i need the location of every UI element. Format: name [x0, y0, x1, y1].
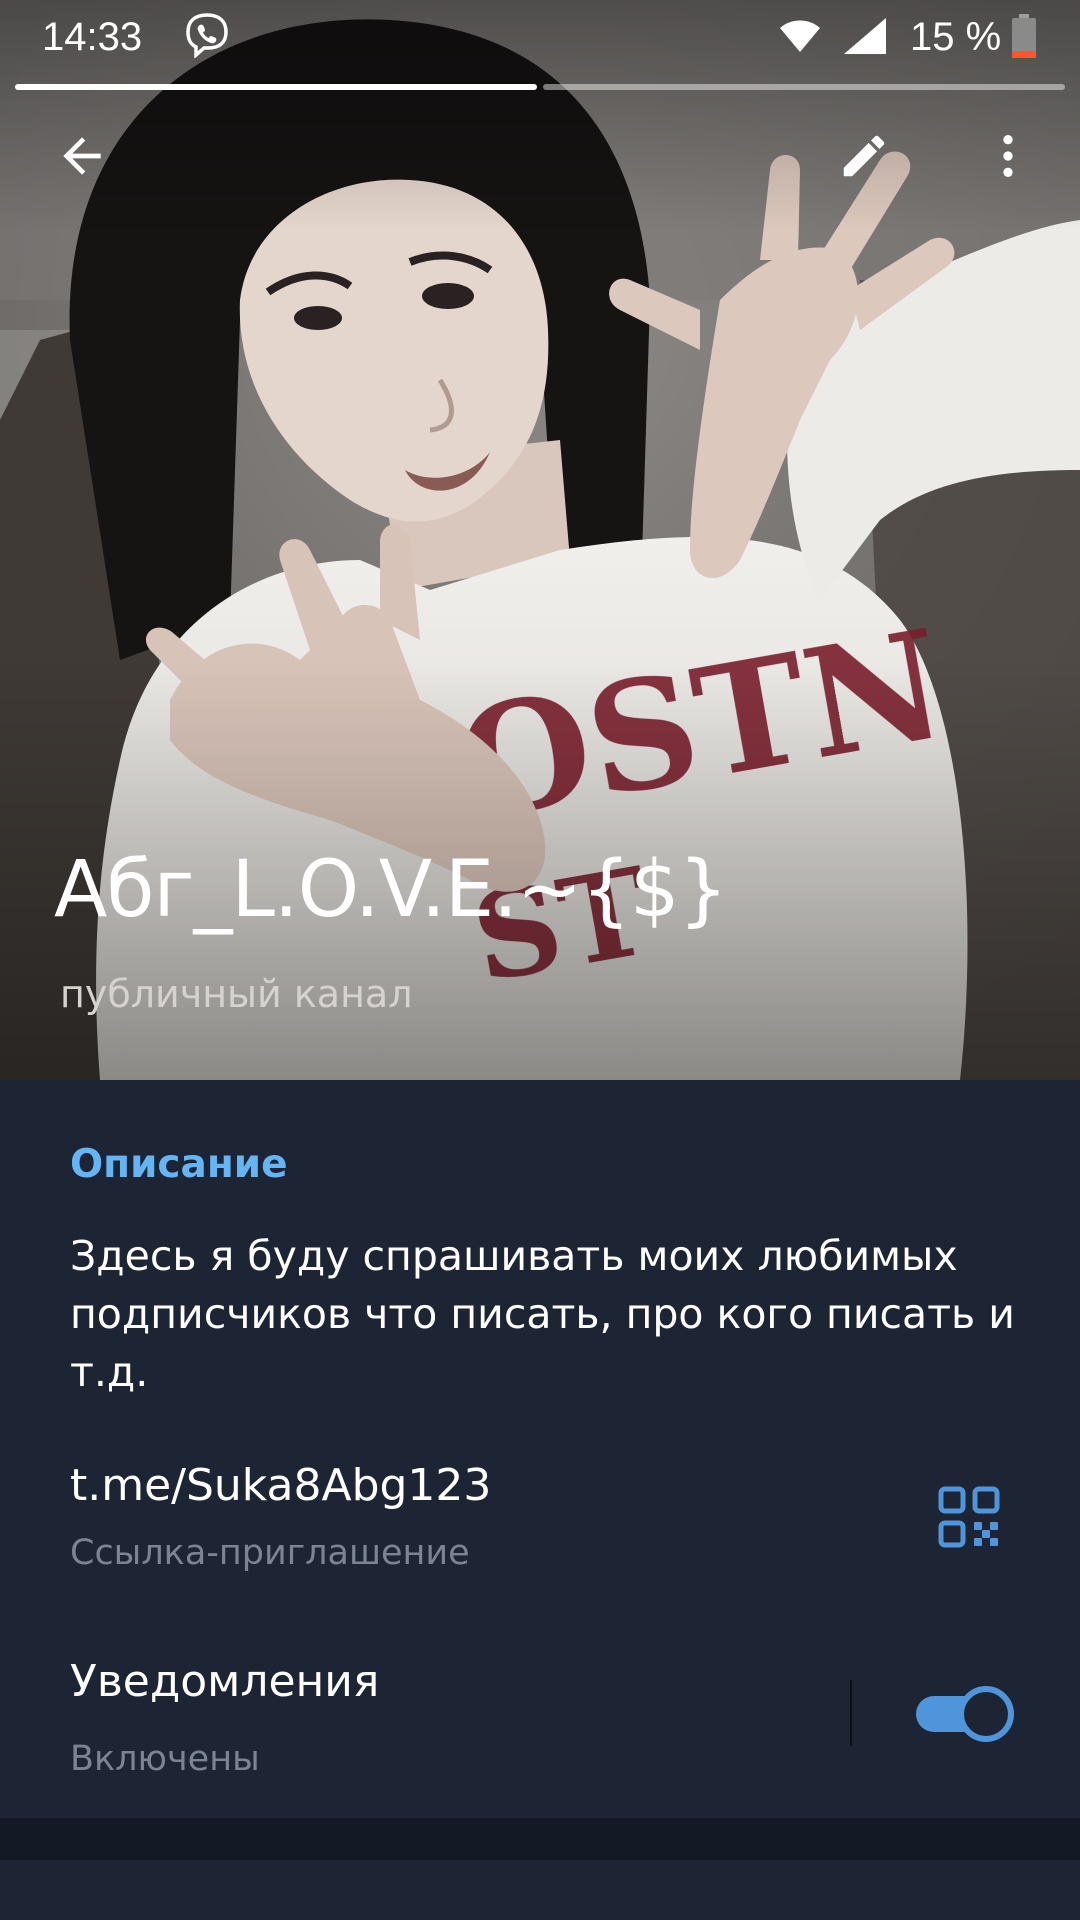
story-segment-active — [15, 84, 537, 90]
viber-icon — [186, 13, 228, 58]
channel-profile-screen: OSTN ST 14:33 — [0, 0, 1080, 1920]
arrow-left-icon — [63, 137, 101, 175]
section-separator — [0, 1818, 1080, 1860]
pencil-icon — [843, 135, 885, 177]
notifications-toggle[interactable] — [914, 1684, 1016, 1744]
invite-link[interactable]: t.me/Suka8Abg123 — [70, 1458, 491, 1514]
signal-icon — [844, 18, 886, 54]
next-section — [0, 1860, 1080, 1920]
invite-link-row[interactable]: t.me/Suka8Abg123 Ссылка-приглашение — [0, 1440, 1080, 1600]
invite-link-caption: Ссылка-приглашение — [70, 1533, 470, 1573]
more-options-button[interactable] — [968, 116, 1048, 196]
channel-title: Абг_L.O.V.E.~{$} — [54, 845, 728, 935]
status-bar: 14:33 15 % — [0, 0, 1080, 76]
story-segment-inactive — [543, 84, 1065, 90]
notifications-row[interactable]: Уведомления Включены — [0, 1640, 1080, 1810]
profile-header: OSTN ST 14:33 — [0, 0, 1080, 1080]
status-time: 14:33 — [42, 15, 143, 59]
toggle-knob — [958, 1686, 1014, 1742]
notifications-status: Включены — [70, 1739, 260, 1779]
wifi-icon — [780, 20, 820, 52]
edit-button[interactable] — [824, 116, 904, 196]
qr-code-icon[interactable] — [938, 1486, 1000, 1548]
description-text: Здесь я буду спрашивать моих любимых под… — [70, 1232, 1015, 1396]
battery-percent: 15 % — [910, 15, 1002, 59]
back-button[interactable] — [42, 116, 122, 196]
description-heading: Описание — [70, 1142, 288, 1187]
story-progress — [15, 84, 1065, 90]
divider — [850, 1680, 852, 1746]
notifications-label: Уведомления — [70, 1656, 380, 1707]
battery-icon — [1012, 14, 1036, 58]
channel-subtitle: публичный канал — [60, 972, 413, 1016]
more-vertical-icon — [1003, 135, 1013, 177]
